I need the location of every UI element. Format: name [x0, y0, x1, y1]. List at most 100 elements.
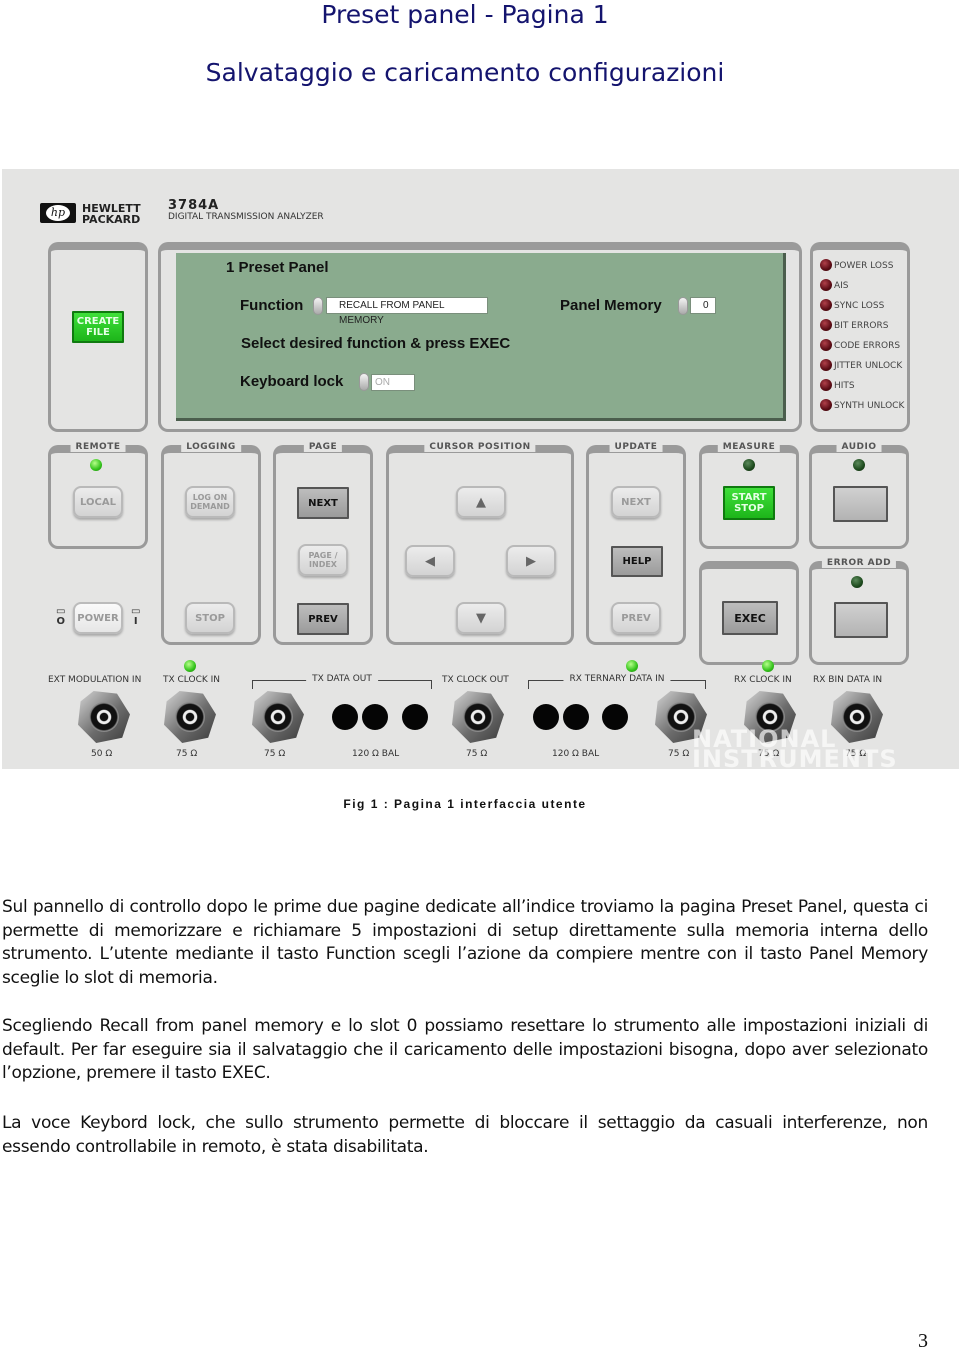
impedance-label: 75 Ω	[264, 749, 286, 759]
alarm-label: JITTER UNLOCK	[834, 361, 903, 371]
balanced-jack-icon	[533, 704, 559, 730]
hp-logo-icon: hp	[40, 203, 76, 223]
rx-clock-in-led-icon	[762, 660, 774, 672]
connector-label: RX BIN DATA IN	[813, 675, 883, 685]
paragraph: Scegliendo Recall from panel memory e lo…	[2, 1016, 928, 1083]
connector-label: RX TERNARY DATA IN	[563, 674, 671, 684]
instrument-panel: hp HEWLETT PACKARD 3784A DIGITAL TRANSMIS…	[2, 169, 959, 773]
log-on-demand-button[interactable]: LOG ON DEMAND	[185, 486, 235, 518]
alarm-label: BIT ERRORS	[834, 321, 889, 331]
alarm-label: SYNTH UNLOCK	[834, 401, 905, 411]
exec-button[interactable]: EXEC	[722, 601, 778, 635]
connector-label: EXT MODULATION IN	[48, 675, 142, 685]
page-prev-button[interactable]: PREV	[297, 603, 349, 635]
panel-memory-label: Panel Memory	[560, 297, 662, 314]
impedance-label: 120 Ω BAL	[352, 749, 400, 759]
page-subtitle: Salvataggio e caricamento configurazioni	[205, 58, 725, 87]
alarm-led-icon	[820, 399, 832, 411]
remote-label: REMOTE	[70, 442, 126, 452]
rx-ternary-bracket: RX TERNARY DATA IN	[528, 674, 706, 689]
bnc-connector-icon	[78, 691, 130, 743]
logging-label: LOGGING	[181, 442, 241, 452]
alarm-led-icon	[820, 359, 832, 371]
logging-stop-button[interactable]: STOP	[185, 602, 235, 634]
alarm-label: HITS	[834, 381, 855, 391]
bnc-connector-icon	[164, 691, 216, 743]
local-button[interactable]: LOCAL	[73, 486, 123, 518]
connector-label: TX CLOCK OUT	[442, 675, 509, 685]
error-add-label: ERROR ADD	[821, 558, 897, 568]
page-index-button[interactable]: PAGE / INDEX	[298, 544, 348, 576]
balanced-jack-icon	[563, 704, 589, 730]
national-instruments-watermark: NATIONAL INSTRUMENTS	[692, 725, 898, 773]
impedance-label: 75 Ω	[176, 749, 198, 759]
keyboard-lock-field: ON	[371, 374, 415, 391]
page-number: 3	[918, 1330, 928, 1352]
alarm-led-icon	[820, 259, 832, 271]
function-field[interactable]: RECALL FROM PANEL MEMORY	[326, 297, 488, 326]
remote-led-icon	[90, 459, 102, 471]
balanced-jack-icon	[362, 704, 388, 730]
page-title: Preset panel - Pagina 1	[321, 0, 609, 29]
audio-button[interactable]	[833, 486, 888, 522]
function-spinner-icon[interactable]	[313, 297, 323, 315]
measure-led-icon	[743, 459, 755, 471]
page-next-button[interactable]: NEXT	[297, 487, 349, 519]
connector-label: TX CLOCK IN	[163, 675, 221, 685]
alarm-label: SYNC LOSS	[834, 301, 885, 311]
cursor-up-button[interactable]: ▲	[456, 486, 506, 518]
panel-memory-spinner-icon[interactable]	[678, 297, 688, 315]
power-button[interactable]: POWER	[73, 602, 123, 634]
tx-data-out-bracket: TX DATA OUT	[252, 674, 432, 689]
power-on-icon: ▭ I	[131, 606, 141, 627]
impedance-label: 75 Ω	[466, 749, 488, 759]
rx-ternary-led-icon	[626, 660, 638, 672]
cursor-down-button[interactable]: ▼	[456, 602, 506, 634]
error-add-led-icon	[851, 576, 863, 588]
page-label: PAGE	[303, 442, 343, 452]
bnc-connector-icon	[252, 691, 304, 743]
alarm-label: POWER LOSS	[834, 261, 894, 271]
alarm-led-icon	[820, 339, 832, 351]
paragraph: La voce Keybord lock, che sullo strument…	[2, 1113, 928, 1157]
figure-caption: Fig 1 : Pagina 1 interfaccia utente	[343, 797, 587, 811]
alarm-led-icon	[820, 299, 832, 311]
connector-label: RX CLOCK IN	[734, 675, 792, 685]
start-stop-button[interactable]: START STOP	[723, 486, 775, 520]
bnc-connector-icon	[452, 691, 504, 743]
alarm-led-icon	[820, 279, 832, 291]
alarm-led-icon	[820, 319, 832, 331]
update-label: UPDATE	[609, 442, 663, 452]
cursor-left-button[interactable]: ◀	[405, 545, 455, 577]
update-prev-button[interactable]: PREV	[611, 602, 661, 634]
keyboard-lock-label: Keyboard lock	[240, 373, 344, 390]
alarm-label: CODE ERRORS	[834, 341, 901, 351]
measure-label: MEASURE	[717, 442, 781, 452]
keyboard-lock-spinner-icon[interactable]	[359, 373, 369, 391]
cursor-label: CURSOR POSITION	[424, 442, 536, 452]
impedance-label: 75 Ω	[668, 749, 690, 759]
power-off-icon: ▭ O	[56, 606, 66, 627]
paragraph: Sul pannello di controllo dopo le prime …	[2, 897, 928, 988]
balanced-jack-icon	[602, 704, 628, 730]
create-file-button[interactable]: CREATE FILE	[72, 311, 124, 343]
model-number: 3784A	[168, 198, 220, 213]
screen-title: 1 Preset Panel	[226, 259, 329, 276]
update-next-button[interactable]: NEXT	[611, 486, 661, 518]
tx-clock-in-led-icon	[184, 660, 196, 672]
instruction-text: Select desired function & press EXEC	[241, 335, 511, 352]
help-button[interactable]: HELP	[611, 546, 663, 577]
audio-label: AUDIO	[836, 442, 882, 452]
error-add-button[interactable]	[834, 602, 888, 638]
balanced-jack-icon	[402, 704, 428, 730]
impedance-label: 50 Ω	[91, 749, 113, 759]
alarm-label: AIS	[834, 281, 849, 291]
impedance-label: 120 Ω BAL	[552, 749, 600, 759]
alarm-led-icon	[820, 379, 832, 391]
brand-name: HEWLETT PACKARD	[82, 202, 141, 226]
panel-memory-field[interactable]: 0	[690, 297, 716, 314]
model-description: DIGITAL TRANSMISSION ANALYZER	[168, 212, 324, 222]
cursor-right-button[interactable]: ▶	[506, 545, 556, 577]
display-screen: 1 Preset Panel Function RECALL FROM PANE…	[176, 253, 786, 421]
balanced-jack-icon	[332, 704, 358, 730]
